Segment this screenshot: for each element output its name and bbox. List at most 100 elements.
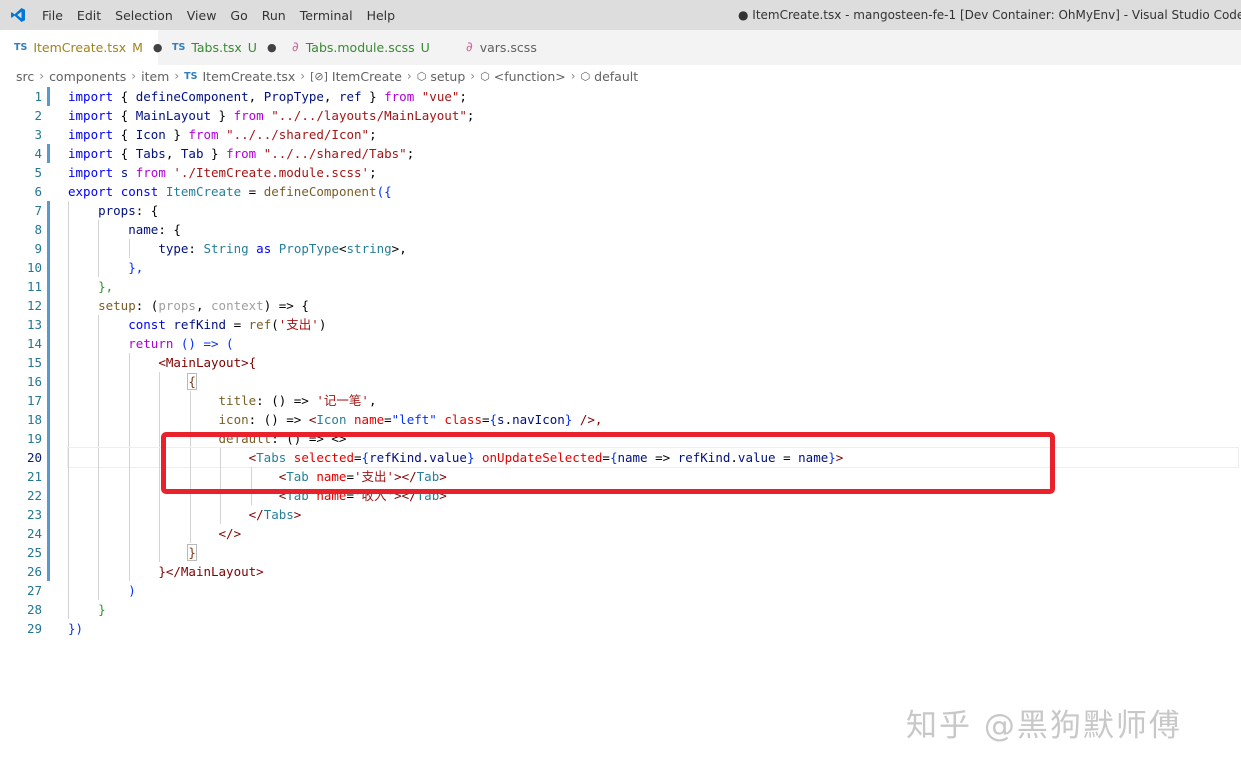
chevron-right-icon: › bbox=[174, 69, 180, 83]
breadcrumb-item[interactable]: item bbox=[141, 69, 169, 84]
menu-selection[interactable]: Selection bbox=[115, 8, 173, 23]
code-line[interactable]: const refKind = ref('支出') bbox=[68, 315, 1238, 334]
modified-line-marker[interactable] bbox=[47, 87, 50, 106]
line-number: 7 bbox=[34, 203, 42, 218]
line-number: 17 bbox=[26, 393, 42, 408]
line-number: 5 bbox=[34, 165, 42, 180]
line-number: 13 bbox=[26, 317, 42, 332]
code-editor[interactable]: 1 2 3 4 5 6 7 8 9 10 11 12 13 14 15 16 1… bbox=[0, 87, 1241, 647]
code-line[interactable]: } bbox=[68, 543, 1238, 562]
modified-line-marker[interactable] bbox=[47, 201, 50, 581]
line-number: 22 bbox=[26, 488, 42, 503]
code-line[interactable]: } bbox=[68, 600, 1238, 619]
chevron-right-icon: › bbox=[570, 69, 576, 83]
method-cube-icon: ⬡ bbox=[580, 69, 591, 83]
code-line[interactable]: props: { bbox=[68, 201, 1238, 220]
chevron-right-icon: › bbox=[131, 69, 137, 83]
line-number: 6 bbox=[34, 184, 42, 199]
menu-go[interactable]: Go bbox=[230, 8, 247, 23]
menu-terminal[interactable]: Terminal bbox=[300, 8, 353, 23]
tab-status: M bbox=[132, 40, 143, 55]
code-line[interactable]: }, bbox=[68, 277, 1238, 296]
chevron-right-icon: › bbox=[39, 69, 45, 83]
line-number: 24 bbox=[26, 526, 42, 541]
breadcrumb-components[interactable]: components bbox=[49, 69, 126, 84]
code-line[interactable]: ) bbox=[68, 581, 1238, 600]
menu-bar: File Edit Selection View Go Run Terminal… bbox=[42, 0, 409, 30]
menu-file[interactable]: File bbox=[42, 8, 63, 23]
breadcrumb-symbol-itemcreate[interactable]: ItemCreate bbox=[332, 69, 402, 84]
code-line[interactable]: }, bbox=[68, 258, 1238, 277]
tab-status: U bbox=[420, 40, 430, 55]
code-line[interactable]: </Tabs> bbox=[68, 505, 1238, 524]
code-line[interactable]: }) bbox=[68, 619, 1238, 638]
watermark: 知乎 @黑狗默师傅 bbox=[906, 708, 1182, 744]
tab-label: vars.scss bbox=[479, 40, 537, 55]
line-number-gutter: 1 2 3 4 5 6 7 8 9 10 11 12 13 14 15 16 1… bbox=[0, 87, 46, 638]
typescript-file-icon: TS bbox=[184, 70, 198, 82]
code-line[interactable]: import { Tabs, Tab } from "../../shared/… bbox=[68, 144, 1238, 163]
code-line[interactable]: setup: (props, context) => { bbox=[68, 296, 1238, 315]
line-number: 16 bbox=[26, 374, 42, 389]
code-line[interactable]: { bbox=[68, 372, 1238, 391]
tab-tabs[interactable]: TS Tabs.tsx U ● bbox=[158, 30, 278, 65]
variable-icon: [⊘] bbox=[310, 69, 328, 83]
breadcrumb-file[interactable]: ItemCreate.tsx bbox=[203, 69, 296, 84]
code-line[interactable]: title: () => '记一笔', bbox=[68, 391, 1238, 410]
line-number: 28 bbox=[26, 602, 42, 617]
code-line[interactable]: import { Icon } from "../../shared/Icon"… bbox=[68, 125, 1238, 144]
red-highlight-box bbox=[161, 432, 1055, 494]
typescript-file-icon: TS bbox=[172, 42, 186, 53]
breadcrumb-src[interactable]: src bbox=[16, 69, 34, 84]
code-line[interactable]: import { defineComponent, PropType, ref … bbox=[68, 87, 1238, 106]
tab-itemcreate[interactable]: TS ItemCreate.tsx M ● bbox=[0, 30, 163, 65]
code-line[interactable]: name: { bbox=[68, 220, 1238, 239]
scss-file-icon: ∂ bbox=[292, 40, 299, 55]
breadcrumb-symbol-default[interactable]: default bbox=[594, 69, 638, 84]
typescript-file-icon: TS bbox=[14, 42, 28, 53]
code-line[interactable]: </> bbox=[68, 524, 1238, 543]
method-cube-icon: ⬡ bbox=[480, 69, 490, 83]
line-number: 9 bbox=[34, 241, 42, 256]
editor-tabs: TS ItemCreate.tsx M ● TS Tabs.tsx U ● ∂ … bbox=[0, 30, 1241, 65]
line-number: 27 bbox=[26, 583, 42, 598]
line-number: 19 bbox=[26, 431, 42, 446]
line-number-current: 20 bbox=[26, 450, 42, 465]
code-line[interactable]: return () => ( bbox=[68, 334, 1238, 353]
tab-vars-scss[interactable]: ∂ vars.scss bbox=[450, 30, 569, 65]
tab-status: U bbox=[247, 40, 257, 55]
code-lines: import { defineComponent, PropType, ref … bbox=[67, 87, 1239, 638]
title-bar: File Edit Selection View Go Run Terminal… bbox=[0, 0, 1241, 30]
menu-run[interactable]: Run bbox=[262, 8, 286, 23]
code-line[interactable]: import { MainLayout } from "../../layout… bbox=[68, 106, 1238, 125]
line-number: 15 bbox=[26, 355, 42, 370]
code-line[interactable]: export const ItemCreate = defineComponen… bbox=[68, 182, 1238, 201]
line-number: 12 bbox=[26, 298, 42, 313]
line-number: 25 bbox=[26, 545, 42, 560]
line-number: 26 bbox=[26, 564, 42, 579]
unsaved-dot-icon[interactable]: ● bbox=[267, 41, 277, 54]
window-title: ● ItemCreate.tsx - mangosteen-fe-1 [Dev … bbox=[738, 8, 1241, 22]
menu-view[interactable]: View bbox=[187, 8, 217, 23]
code-line[interactable]: <MainLayout>{ bbox=[68, 353, 1238, 372]
code-line[interactable]: type: String as PropType<string>, bbox=[68, 239, 1238, 258]
code-line[interactable]: }</MainLayout> bbox=[68, 562, 1238, 581]
breadcrumb-symbol-setup[interactable]: setup bbox=[430, 69, 465, 84]
menu-help[interactable]: Help bbox=[367, 8, 396, 23]
modified-line-marker[interactable] bbox=[47, 144, 50, 163]
line-number: 23 bbox=[26, 507, 42, 522]
chevron-right-icon: › bbox=[300, 69, 306, 83]
breadcrumb: src › components › item › TS ItemCreate.… bbox=[0, 65, 1241, 87]
chevron-right-icon: › bbox=[406, 69, 412, 83]
breadcrumb-symbol-function[interactable]: <function> bbox=[494, 69, 566, 84]
line-number: 1 bbox=[34, 89, 42, 104]
chevron-right-icon: › bbox=[470, 69, 476, 83]
method-cube-icon: ⬡ bbox=[416, 69, 427, 83]
code-line[interactable]: import s from './ItemCreate.module.scss'… bbox=[68, 163, 1238, 182]
line-number: 8 bbox=[34, 222, 42, 237]
code-line[interactable]: icon: () => <Icon name="left" class={s.n… bbox=[68, 410, 1238, 429]
menu-edit[interactable]: Edit bbox=[77, 8, 101, 23]
line-number: 14 bbox=[26, 336, 42, 351]
scss-file-icon: ∂ bbox=[466, 40, 473, 55]
tab-tabs-module-scss[interactable]: ∂ Tabs.module.scss U bbox=[278, 30, 450, 65]
